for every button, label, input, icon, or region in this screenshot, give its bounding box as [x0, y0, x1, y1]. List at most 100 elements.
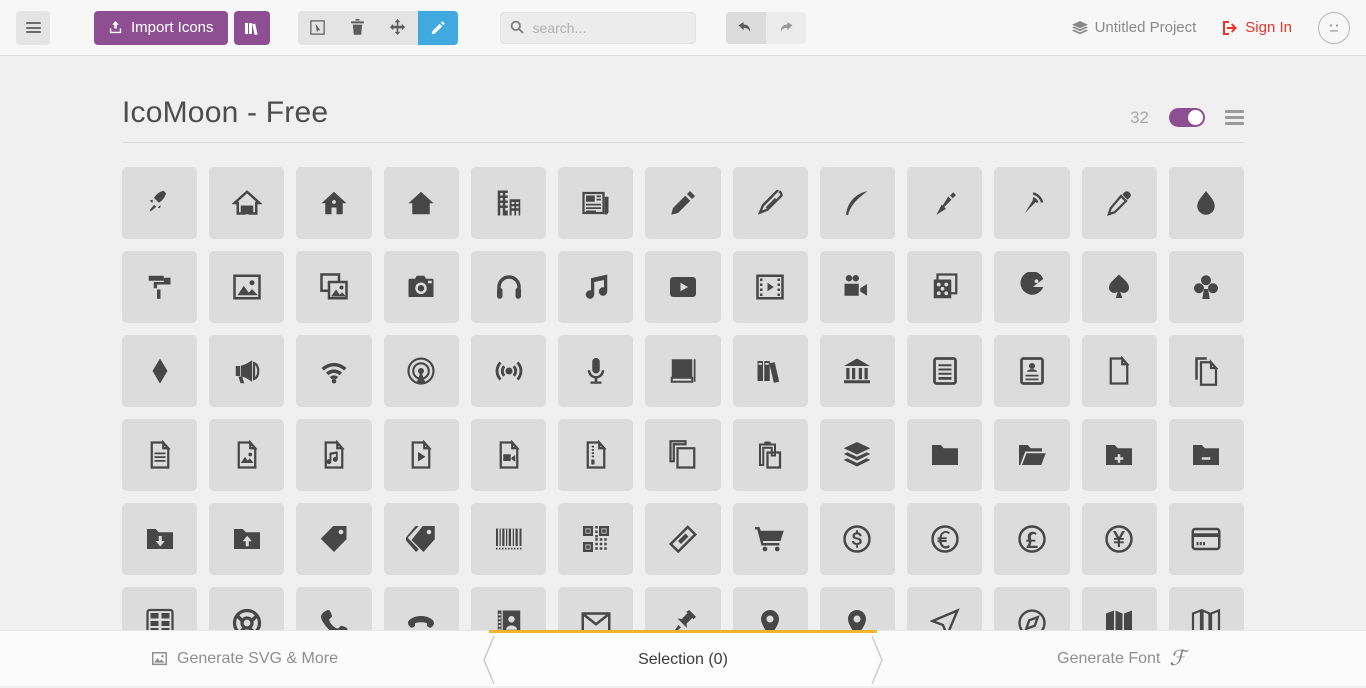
qrcode-icon-cell[interactable] — [558, 503, 633, 575]
generate-font-button[interactable]: Generate Font ℱ — [877, 631, 1366, 686]
cart-icon — [755, 524, 785, 554]
folder-download-icon-cell[interactable] — [122, 503, 197, 575]
generate-svg-button[interactable]: Generate SVG & More — [0, 631, 489, 686]
camera-icon-cell[interactable] — [384, 251, 459, 323]
file-picture-icon-cell[interactable] — [209, 419, 284, 491]
folder-download-icon — [145, 524, 175, 554]
rocket-icon-cell[interactable] — [122, 167, 197, 239]
trash-icon — [350, 19, 365, 36]
toggle-knob — [1188, 110, 1203, 125]
podcast-icon-cell[interactable] — [384, 335, 459, 407]
pencil2-icon-cell[interactable] — [733, 167, 808, 239]
stack-icon-cell[interactable] — [820, 419, 895, 491]
delete-tool-button[interactable] — [338, 11, 378, 45]
office-icon-cell[interactable] — [471, 167, 546, 239]
home-icon-cell[interactable] — [209, 167, 284, 239]
file-music-icon-cell[interactable] — [296, 419, 371, 491]
paste-icon-cell[interactable] — [733, 419, 808, 491]
file-play-icon-cell[interactable] — [384, 419, 459, 491]
book-icon — [668, 356, 698, 386]
profile-icon-cell[interactable] — [994, 335, 1069, 407]
library-icon-cell[interactable] — [820, 335, 895, 407]
pencil-icon — [430, 20, 446, 36]
set-menu-button[interactable] — [1225, 107, 1244, 128]
file-text-icon-cell[interactable] — [907, 335, 982, 407]
cart-icon-cell[interactable] — [733, 503, 808, 575]
file-text2-icon-cell[interactable] — [122, 419, 197, 491]
redo-arrow-icon — [777, 20, 794, 35]
barcode-icon-cell[interactable] — [471, 503, 546, 575]
spades-icon-cell[interactable] — [1082, 251, 1157, 323]
paint-format-icon-cell[interactable] — [122, 251, 197, 323]
paste-icon — [755, 440, 785, 470]
image-icon — [232, 272, 262, 302]
folder-icon-cell[interactable] — [907, 419, 982, 491]
price-tag-icon-cell[interactable] — [296, 503, 371, 575]
file-empty-icon-cell[interactable] — [1082, 335, 1157, 407]
icon-library-button[interactable] — [234, 11, 270, 45]
pacman-icon-cell[interactable] — [994, 251, 1069, 323]
clubs-icon-cell[interactable] — [1169, 251, 1244, 323]
coin-pound-icon-cell[interactable] — [994, 503, 1069, 575]
folder-plus-icon-cell[interactable] — [1082, 419, 1157, 491]
mic-icon-cell[interactable] — [558, 335, 633, 407]
images-icon-cell[interactable] — [296, 251, 371, 323]
edit-tool-button[interactable] — [418, 11, 458, 45]
home3-icon-cell[interactable] — [384, 167, 459, 239]
sign-in-button[interactable]: Sign In — [1222, 19, 1292, 36]
images-icon — [319, 272, 349, 302]
pencil-icon-cell[interactable] — [645, 167, 720, 239]
coin-yen-icon-cell[interactable] — [1082, 503, 1157, 575]
headphones-icon-cell[interactable] — [471, 251, 546, 323]
podcast-icon — [406, 356, 436, 386]
import-icons-button[interactable]: Import Icons — [94, 11, 228, 45]
file-zip-icon-cell[interactable] — [558, 419, 633, 491]
film-icon — [755, 272, 785, 302]
copy-icon-cell[interactable] — [645, 419, 720, 491]
book-icon-cell[interactable] — [645, 335, 720, 407]
clubs-icon — [1191, 272, 1221, 302]
files-empty-icon-cell[interactable] — [1169, 335, 1244, 407]
redo-button[interactable] — [766, 12, 806, 44]
file-text-icon — [930, 356, 960, 386]
price-tags-icon-cell[interactable] — [384, 503, 459, 575]
quill-icon-cell[interactable] — [820, 167, 895, 239]
folder-open-icon-cell[interactable] — [994, 419, 1069, 491]
image-icon-cell[interactable] — [209, 251, 284, 323]
coin-dollar-icon-cell[interactable] — [820, 503, 895, 575]
folder-minus-icon-cell[interactable] — [1169, 419, 1244, 491]
dice-icon-cell[interactable] — [907, 251, 982, 323]
top-toolbar: Import Icons — [0, 0, 1366, 56]
set-visibility-toggle[interactable] — [1169, 108, 1205, 127]
ticket-icon-cell[interactable] — [645, 503, 720, 575]
selection-tab[interactable]: Selection (0) — [489, 630, 877, 686]
coin-euro-icon-cell[interactable] — [907, 503, 982, 575]
user-avatar-button[interactable] — [1318, 12, 1350, 44]
film-icon-cell[interactable] — [733, 251, 808, 323]
project-button[interactable]: Untitled Project — [1072, 19, 1197, 36]
file-video-icon-cell[interactable] — [471, 419, 546, 491]
hamburger-menu-button[interactable] — [16, 11, 50, 45]
video-camera-icon-cell[interactable] — [820, 251, 895, 323]
search-input[interactable] — [500, 12, 696, 44]
play-icon-cell[interactable] — [645, 251, 720, 323]
pen-icon-cell[interactable] — [907, 167, 982, 239]
books-icon-cell[interactable] — [733, 335, 808, 407]
folder-upload-icon — [232, 524, 262, 554]
newspaper-icon-cell[interactable] — [558, 167, 633, 239]
connection-icon-cell[interactable] — [296, 335, 371, 407]
select-tool-button[interactable] — [298, 11, 338, 45]
blog-icon-cell[interactable] — [994, 167, 1069, 239]
credit-card-icon-cell[interactable] — [1169, 503, 1244, 575]
hamburger-menu-icon — [26, 20, 41, 36]
diamonds-icon-cell[interactable] — [122, 335, 197, 407]
folder-upload-icon-cell[interactable] — [209, 503, 284, 575]
feed-icon-cell[interactable] — [471, 335, 546, 407]
droplet-icon-cell[interactable] — [1169, 167, 1244, 239]
home2-icon-cell[interactable] — [296, 167, 371, 239]
undo-button[interactable] — [726, 12, 766, 44]
music-icon-cell[interactable] — [558, 251, 633, 323]
bullhorn-icon-cell[interactable] — [209, 335, 284, 407]
move-tool-button[interactable] — [378, 11, 418, 45]
eyedropper-icon-cell[interactable] — [1082, 167, 1157, 239]
